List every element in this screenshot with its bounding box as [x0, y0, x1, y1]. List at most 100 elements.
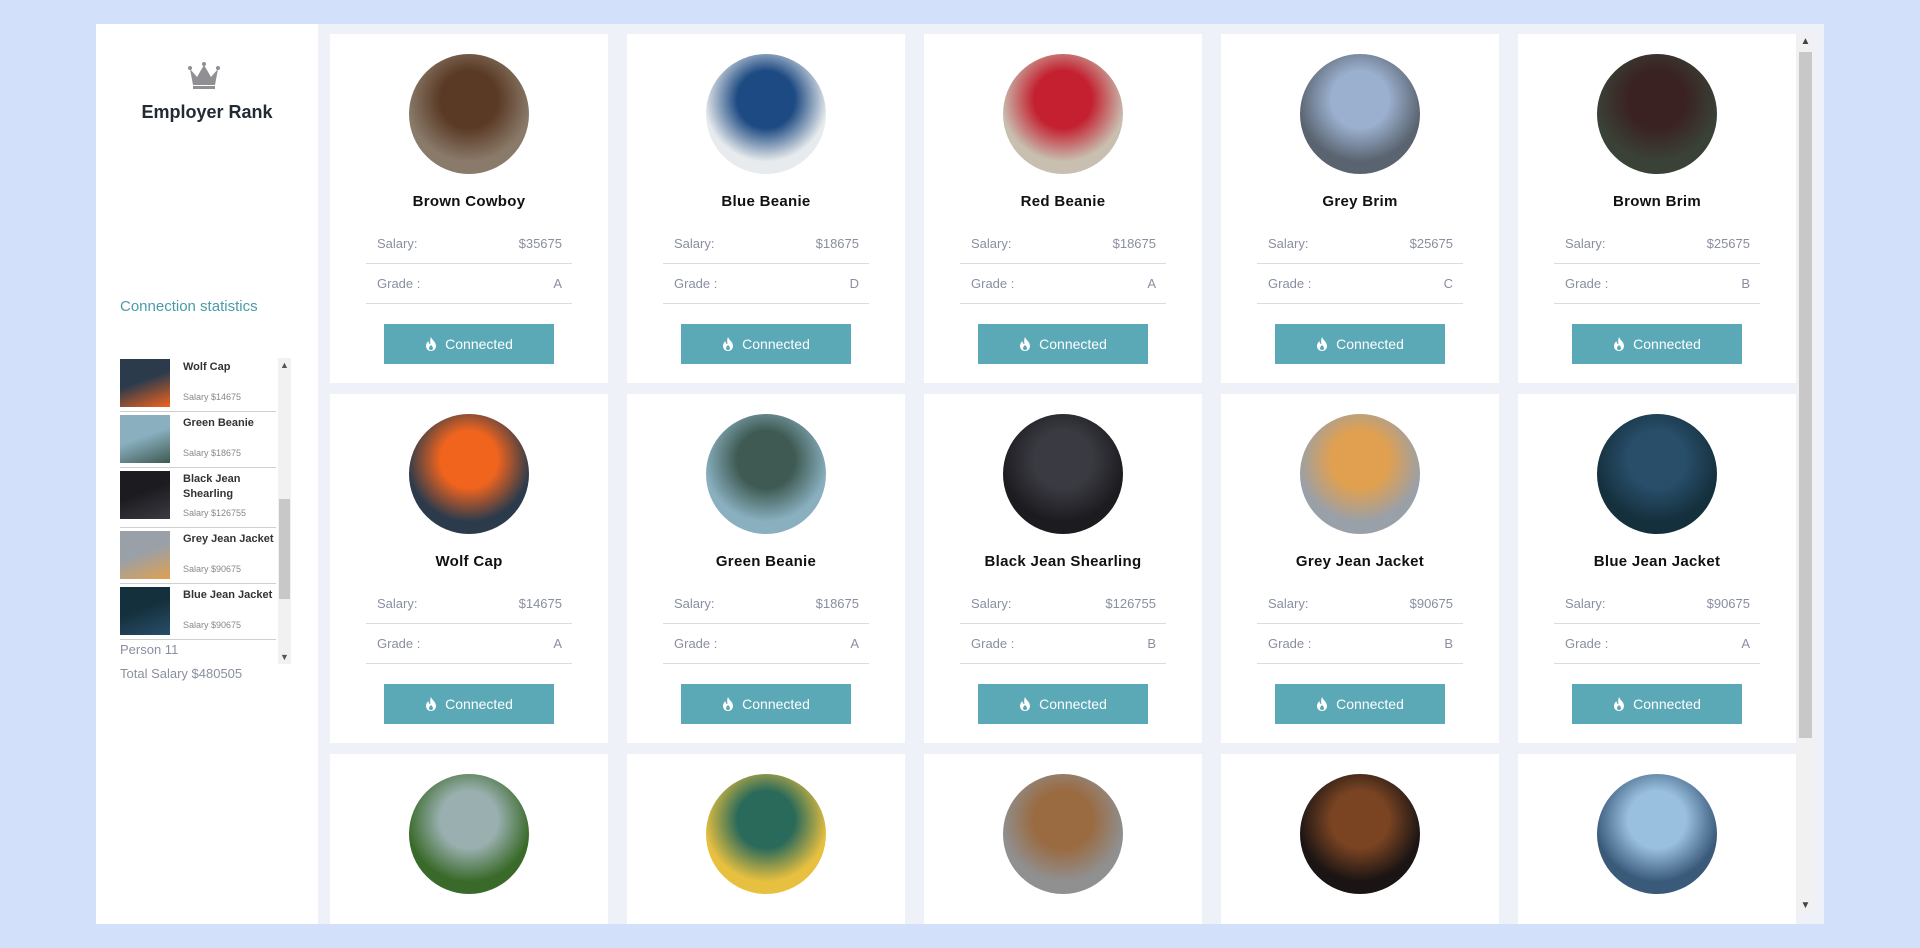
flame-icon [1317, 337, 1328, 351]
grade-value: D [849, 276, 859, 291]
employee-card: Red Beanie Salary: $18675 Grade : A Connected [924, 34, 1202, 383]
connected-button[interactable]: Connected [384, 684, 554, 724]
scroll-thumb[interactable] [1799, 52, 1812, 738]
employee-name: Brown Brim [1612, 193, 1701, 210]
grade-value: B [1444, 636, 1453, 651]
grade-value: A [553, 276, 562, 291]
app-frame: Employer Rank Connection statistics Wolf… [96, 24, 1824, 924]
employee-card: Blue Jean Jacket Salary: $90675 Grade : A Con… [1518, 394, 1796, 743]
grade-row: Grade : C [1257, 264, 1463, 304]
connection-list-scrollbar[interactable]: ▲ ▼ [278, 358, 291, 664]
person-count: Person 11 [120, 642, 179, 657]
employee-card: Grey Brim Salary: $25675 Grade : C Connected [1221, 34, 1499, 383]
grade-value: A [1741, 636, 1750, 651]
employee-avatar [1300, 414, 1420, 534]
connected-button-label: Connected [1039, 696, 1107, 712]
salary-row: Salary: $14675 [366, 584, 572, 624]
salary-row: Salary: $18675 [663, 584, 869, 624]
main-scrollbar[interactable]: ▲ ▼ [1797, 34, 1814, 914]
connection-item[interactable]: Green Beanie Salary $18675 [120, 412, 276, 468]
grade-row: Grade : B [1554, 264, 1760, 304]
employee-avatar [1300, 54, 1420, 174]
connection-item[interactable]: Grey Jean Jacket Salary $90675 [120, 528, 276, 584]
employee-avatar [1300, 774, 1420, 894]
grade-value: B [1147, 636, 1156, 651]
salary-row: Salary: $25675 [1554, 224, 1760, 264]
connection-salary: Salary $90675 [183, 620, 242, 630]
connected-button-label: Connected [742, 696, 810, 712]
connected-button[interactable]: Connected [1572, 684, 1742, 724]
grade-row: Grade : A [366, 264, 572, 304]
connected-button-label: Connected [1336, 696, 1404, 712]
grade-label: Grade : [971, 276, 1015, 291]
salary-label: Salary: [674, 236, 715, 251]
salary-value: $25675 [1409, 236, 1453, 251]
salary-row: Salary: $126755 [960, 584, 1166, 624]
employee-card: Blue Beanie Salary: $18675 Grade : D Connecte… [627, 34, 905, 383]
grade-row: Grade : A [1554, 624, 1760, 664]
employee-card: Green Beanie Salary: $18675 Grade : A Connect… [627, 394, 905, 743]
connected-button[interactable]: Connected [1572, 324, 1742, 364]
connected-button[interactable]: Connected [978, 324, 1148, 364]
connection-salary: Salary $126755 [183, 508, 247, 518]
scroll-up-icon[interactable]: ▲ [1797, 34, 1814, 50]
sidebar: Employer Rank Connection statistics Wolf… [96, 24, 318, 924]
employee-avatar [1003, 774, 1123, 894]
employee-card: Grey Jean Jacket Salary: $90675 Grade : B Con… [1221, 394, 1499, 743]
employee-avatar [409, 54, 529, 174]
salary-value: $90675 [1409, 596, 1453, 611]
connected-button[interactable]: Connected [1275, 324, 1445, 364]
salary-label: Salary: [674, 596, 715, 611]
connected-button-label: Connected [1633, 336, 1701, 352]
scroll-up-icon[interactable]: ▲ [278, 358, 291, 372]
salary-row: Salary: $18675 [960, 224, 1166, 264]
connection-item[interactable]: Wolf Cap Salary $14675 [120, 356, 276, 412]
flame-icon [723, 337, 734, 351]
salary-value: $18675 [815, 236, 859, 251]
scroll-down-icon[interactable]: ▼ [1797, 898, 1814, 914]
grade-value: C [1443, 276, 1453, 291]
connection-item[interactable]: Black Jean Shearling Salary $126755 [120, 468, 276, 528]
employee-avatar [1597, 54, 1717, 174]
flame-icon [723, 697, 734, 711]
employee-name: Green Beanie [715, 553, 817, 570]
salary-value: $18675 [815, 596, 859, 611]
salary-value: $25675 [1706, 236, 1750, 251]
total-salary: Total Salary $480505 [120, 666, 243, 681]
connected-button[interactable]: Connected [384, 324, 554, 364]
employee-name: Blue Jean Jacket [1593, 553, 1721, 570]
grade-row: Grade : B [960, 624, 1166, 664]
crown-icon [188, 62, 220, 89]
scroll-thumb[interactable] [279, 499, 290, 599]
employee-card [924, 754, 1202, 924]
connection-item[interactable]: Blue Jean Jacket Salary $90675 [120, 584, 276, 640]
employee-name: Black Jean Shearling [984, 553, 1142, 570]
employee-card [627, 754, 905, 924]
connection-name: Wolf Cap [183, 361, 231, 373]
employee-avatar [409, 774, 529, 894]
employee-name: Blue Beanie [721, 193, 811, 210]
connection-list[interactable]: Wolf Cap Salary $14675 Green Beanie Salary … [120, 356, 290, 662]
employee-name: Wolf Cap [435, 553, 503, 570]
connection-salary: Salary $18675 [183, 448, 242, 458]
connected-button[interactable]: Connected [978, 684, 1148, 724]
salary-label: Salary: [377, 236, 418, 251]
employee-avatar [1003, 414, 1123, 534]
connected-button[interactable]: Connected [681, 684, 851, 724]
grade-label: Grade : [377, 276, 421, 291]
connected-button[interactable]: Connected [681, 324, 851, 364]
salary-label: Salary: [1268, 596, 1309, 611]
grade-row: Grade : B [1257, 624, 1463, 664]
salary-row: Salary: $90675 [1257, 584, 1463, 624]
employee-name: Grey Brim [1322, 193, 1398, 210]
grade-label: Grade : [674, 276, 718, 291]
flame-icon [426, 337, 437, 351]
employee-avatar [706, 774, 826, 894]
employee-card: Wolf Cap Salary: $14675 Grade : A Connected [330, 394, 608, 743]
scroll-down-icon[interactable]: ▼ [278, 650, 291, 664]
salary-row: Salary: $90675 [1554, 584, 1760, 624]
connected-button-label: Connected [742, 336, 810, 352]
connected-button[interactable]: Connected [1275, 684, 1445, 724]
connected-button-label: Connected [445, 696, 513, 712]
connected-button-label: Connected [1336, 336, 1404, 352]
